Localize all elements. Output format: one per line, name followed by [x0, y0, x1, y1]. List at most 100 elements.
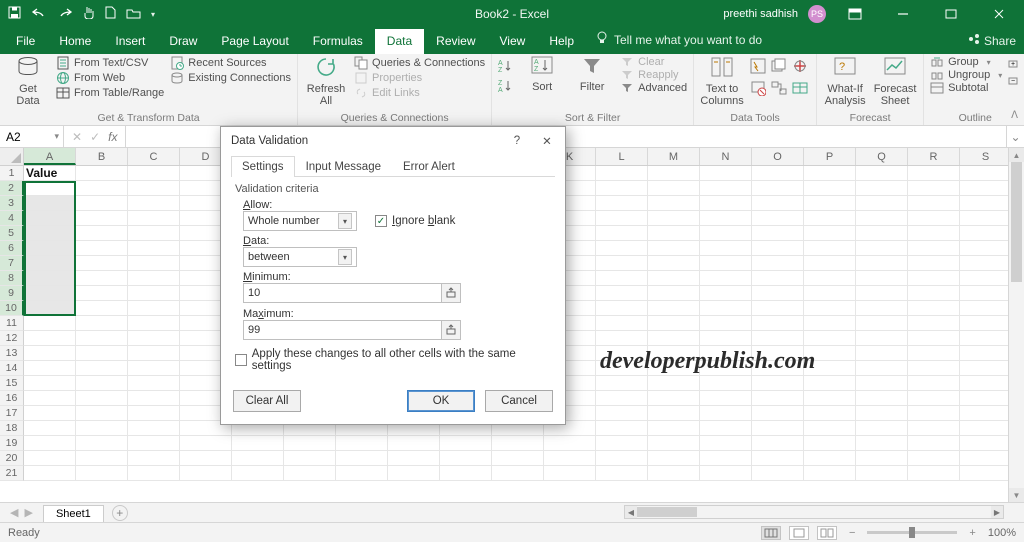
cell[interactable]	[284, 436, 336, 451]
cell[interactable]	[752, 466, 804, 481]
cell[interactable]	[24, 466, 76, 481]
cell[interactable]	[128, 466, 180, 481]
cell[interactable]	[856, 226, 908, 241]
cell[interactable]	[76, 391, 128, 406]
cell[interactable]	[960, 376, 1012, 391]
cell[interactable]	[596, 436, 648, 451]
cell[interactable]	[908, 466, 960, 481]
cell[interactable]	[856, 166, 908, 181]
cell[interactable]	[128, 271, 180, 286]
cell[interactable]	[804, 421, 856, 436]
row-header[interactable]: 8	[0, 271, 24, 286]
undo-icon[interactable]	[31, 7, 47, 22]
cell[interactable]	[180, 436, 232, 451]
cell[interactable]	[908, 346, 960, 361]
name-box[interactable]: A2▾	[0, 126, 64, 147]
cell[interactable]	[908, 451, 960, 466]
cell[interactable]	[700, 331, 752, 346]
cell[interactable]	[700, 286, 752, 301]
cell[interactable]	[648, 301, 700, 316]
cell[interactable]	[804, 451, 856, 466]
ribbon-options-icon[interactable]	[836, 0, 874, 28]
col-header[interactable]: B	[76, 148, 128, 165]
chevron-down-icon[interactable]: ▾	[338, 213, 352, 229]
cell[interactable]	[24, 286, 76, 301]
cell[interactable]	[232, 451, 284, 466]
cell[interactable]	[960, 241, 1012, 256]
cell[interactable]	[752, 196, 804, 211]
minimum-input[interactable]: 10	[243, 283, 461, 303]
tell-me[interactable]: Tell me what you want to do	[586, 26, 772, 54]
cell[interactable]	[388, 451, 440, 466]
dialog-tab-settings[interactable]: Settings	[231, 156, 295, 177]
cell[interactable]	[856, 196, 908, 211]
cell[interactable]	[388, 466, 440, 481]
cell[interactable]	[76, 196, 128, 211]
cell[interactable]	[804, 196, 856, 211]
cell[interactable]	[960, 316, 1012, 331]
zoom-out-button[interactable]: −	[845, 527, 859, 539]
cell[interactable]	[596, 406, 648, 421]
row-header[interactable]: 7	[0, 256, 24, 271]
cell[interactable]	[128, 166, 180, 181]
col-header[interactable]: Q	[856, 148, 908, 165]
relationships-icon[interactable]	[771, 80, 789, 99]
cell[interactable]	[24, 316, 76, 331]
cell[interactable]	[908, 256, 960, 271]
cell[interactable]	[700, 391, 752, 406]
cell[interactable]	[648, 406, 700, 421]
cell[interactable]	[856, 271, 908, 286]
cell[interactable]	[856, 256, 908, 271]
cell[interactable]	[648, 166, 700, 181]
horizontal-scrollbar[interactable]: ◀ ▶	[624, 505, 1004, 519]
cell[interactable]	[804, 376, 856, 391]
cell[interactable]	[76, 166, 128, 181]
cell[interactable]	[752, 316, 804, 331]
ungroup-button[interactable]: Ungroup▾	[930, 69, 1002, 81]
cell[interactable]	[76, 466, 128, 481]
open-icon[interactable]	[126, 7, 141, 22]
cell[interactable]	[232, 466, 284, 481]
cell[interactable]	[856, 181, 908, 196]
cell[interactable]	[596, 256, 648, 271]
row-header[interactable]: 13	[0, 346, 24, 361]
row-header[interactable]: 9	[0, 286, 24, 301]
group-button[interactable]: Group▾	[930, 56, 1002, 68]
cell[interactable]	[128, 226, 180, 241]
cell[interactable]	[908, 226, 960, 241]
cell[interactable]	[596, 331, 648, 346]
col-header[interactable]: P	[804, 148, 856, 165]
cell[interactable]	[24, 256, 76, 271]
recent-sources-button[interactable]: Recent Sources	[170, 56, 291, 70]
cell[interactable]	[180, 466, 232, 481]
cell[interactable]	[596, 301, 648, 316]
edit-links-button[interactable]: Edit Links	[354, 86, 485, 100]
cell[interactable]	[752, 301, 804, 316]
cell[interactable]	[596, 241, 648, 256]
maximize-icon[interactable]	[932, 0, 970, 28]
data-validation-icon[interactable]	[750, 80, 768, 99]
cell[interactable]	[544, 466, 596, 481]
cell[interactable]	[700, 451, 752, 466]
cell[interactable]	[752, 211, 804, 226]
hide-detail-icon[interactable]: −	[1008, 77, 1020, 90]
cell[interactable]	[24, 391, 76, 406]
cell[interactable]	[596, 466, 648, 481]
tab-draw[interactable]: Draw	[157, 29, 209, 54]
tab-data[interactable]: Data	[375, 29, 424, 54]
cell[interactable]	[76, 271, 128, 286]
cell[interactable]	[24, 406, 76, 421]
share-button[interactable]: Share	[968, 33, 1016, 48]
cell[interactable]	[648, 286, 700, 301]
cell[interactable]	[596, 391, 648, 406]
refresh-all-button[interactable]: Refresh All	[304, 56, 348, 107]
chevron-down-icon[interactable]: ▾	[54, 131, 63, 142]
cell[interactable]	[752, 166, 804, 181]
cell[interactable]	[752, 436, 804, 451]
allow-combo[interactable]: Whole number▾	[243, 211, 357, 231]
cell[interactable]	[440, 466, 492, 481]
cell[interactable]	[960, 331, 1012, 346]
cell[interactable]	[752, 421, 804, 436]
new-icon[interactable]	[105, 6, 116, 22]
cell[interactable]	[908, 181, 960, 196]
